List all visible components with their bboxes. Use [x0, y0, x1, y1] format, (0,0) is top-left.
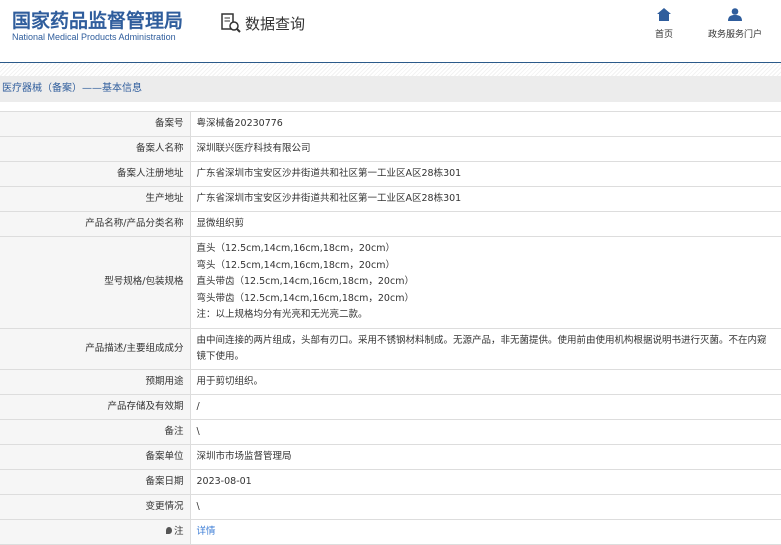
table-row: 备案人注册地址 广东省深圳市宝安区沙井街道共和社区第一工业区A区28栋301 — [0, 161, 781, 187]
row-value: 粤深械备20230776 — [190, 111, 781, 137]
spec-note: 注：以上规格均分有光亮和无光亮二款。 — [196, 309, 368, 320]
row-value: 2023-08-01 — [190, 468, 781, 495]
table-row: 备案日期 2023-08-01 — [0, 468, 781, 495]
nav-home-label: 首页 — [655, 30, 674, 40]
table-row: 变更情况 \ — [0, 493, 781, 520]
row-label: 备案日期 — [0, 468, 191, 495]
table-row: 预期用途 用于剪切组织。 — [0, 368, 781, 395]
table-row: 产品存储及有效期 / — [0, 393, 781, 420]
row-label: 预期用途 — [0, 368, 191, 395]
row-value: 深圳联兴医疗科技有限公司 — [190, 136, 781, 162]
nav-service-portal[interactable]: 政务服务门户 — [708, 8, 762, 40]
home-icon — [657, 8, 671, 21]
breadcrumb: 医疗器械（备案）——基本信息 — [0, 76, 781, 102]
row-value: 广东省深圳市宝安区沙井街道共和社区第一工业区A区28栋301 — [190, 186, 781, 212]
logo-subtitle: National Medical Products Administration — [12, 32, 176, 42]
table-row: 备案人名称 深圳联兴医疗科技有限公司 — [0, 136, 781, 162]
table-row: 产品描述/主要组成成分 由中间连接的两片组成，头部有刃口。采用不锈钢材料制成。无源… — [0, 327, 781, 370]
spec-line: 弯头（12.5cm,14cm,16cm,18cm，20cm） — [196, 259, 395, 271]
row-value: 用于剪切组织。 — [190, 368, 781, 395]
pin-icon — [165, 526, 172, 534]
row-label-note: 注 — [0, 518, 191, 545]
user-icon — [728, 8, 742, 21]
spec-line: 弯头带齿（12.5cm,14cm,16cm,18cm，20cm） — [196, 292, 414, 304]
logo-title[interactable]: 国家药品监督管理局 — [12, 6, 183, 33]
row-value: 广东省深圳市宝安区沙井街道共和社区第一工业区A区28栋301 — [190, 161, 781, 187]
spec-line: 直头（12.5cm,14cm,16cm,18cm，20cm） — [196, 243, 395, 254]
search-document-icon — [221, 13, 241, 33]
spec-line: 直头带齿（12.5cm,14cm,16cm,18cm，20cm） — [196, 276, 414, 287]
row-label: 备案人名称 — [0, 136, 191, 162]
row-value: \ — [190, 418, 781, 445]
row-value: / — [190, 393, 781, 420]
table-row: 产品名称/产品分类名称 显微组织剪 — [0, 211, 781, 237]
page-title: 数据查询 — [220, 12, 305, 34]
row-label: 变更情况 — [0, 493, 191, 520]
table-row: 注 详情 — [0, 518, 781, 545]
row-value: 深圳市市场监督管理局 — [190, 443, 781, 470]
row-label: 备案人注册地址 — [0, 161, 191, 187]
nav-home[interactable]: 首页 — [655, 8, 673, 40]
row-value: 由中间连接的两片组成，头部有刃口。采用不锈钢材料制成。无源产品，非无菌提供。使用… — [190, 327, 781, 370]
info-table: 备案号 粤深械备20230776 备案人名称 深圳联兴医疗科技有限公司 备案人注册地… — [0, 111, 781, 545]
table-row: 备注 \ — [0, 418, 781, 445]
row-label: 备案号 — [0, 111, 191, 137]
site-header: 国家药品监督管理局 National Medical Products Admi… — [0, 0, 781, 63]
table-row: 备案单位 深圳市市场监督管理局 — [0, 443, 781, 470]
table-row: 生产地址 广东省深圳市宝安区沙井街道共和社区第一工业区A区28栋301 — [0, 186, 781, 212]
note-label: 注 — [173, 525, 184, 537]
page-title-text: 数据查询 — [245, 14, 306, 33]
row-value-spec: 直头（12.5cm,14cm,16cm,18cm，20cm） 弯头（12.5cm… — [190, 236, 781, 329]
row-value: 显微组织剪 — [190, 211, 781, 237]
row-label: 型号规格/包装规格 — [0, 236, 191, 329]
row-label: 备注 — [0, 418, 191, 445]
details-link[interactable]: 详情 — [197, 526, 216, 537]
nav-service-label: 政务服务门户 — [708, 30, 763, 40]
row-value: \ — [190, 493, 781, 520]
row-label: 产品描述/主要组成成分 — [0, 327, 191, 370]
row-label: 生产地址 — [0, 186, 191, 212]
row-label: 产品存储及有效期 — [0, 393, 191, 420]
table-row: 备案号 粤深械备20230776 — [0, 111, 781, 137]
table-row: 型号规格/包装规格 直头（12.5cm,14cm,16cm,18cm，20cm）… — [0, 236, 781, 329]
row-label: 产品名称/产品分类名称 — [0, 211, 191, 237]
divider-stripe — [0, 63, 781, 76]
row-label: 备案单位 — [0, 443, 191, 470]
